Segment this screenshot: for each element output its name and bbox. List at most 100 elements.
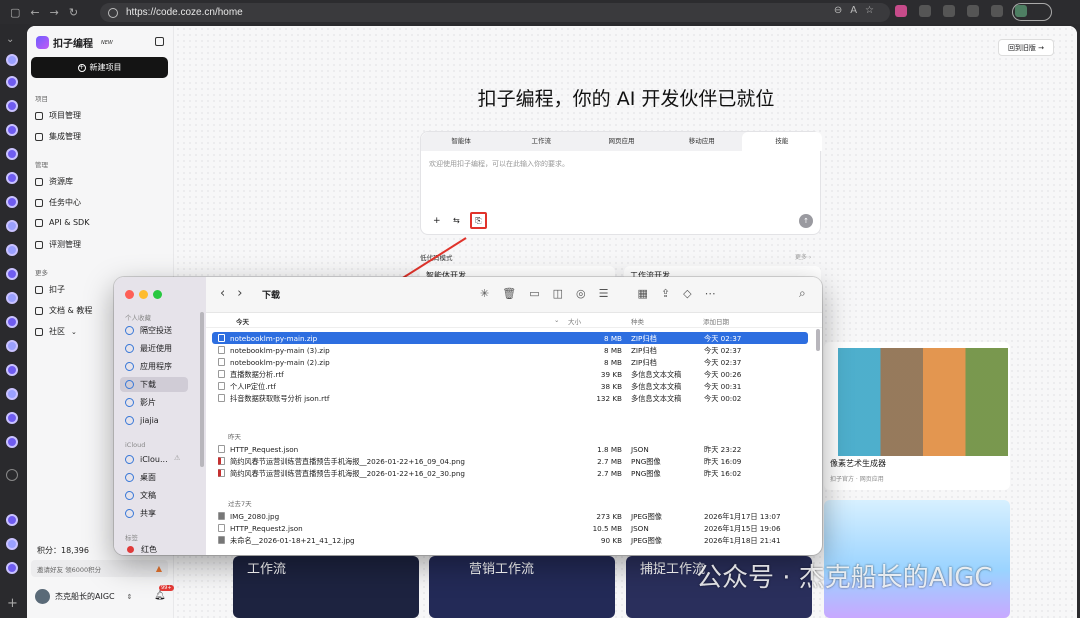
rtf-file-icon (218, 382, 225, 390)
sidebar-scrollbar[interactable] (200, 312, 204, 467)
jpg-file-icon (218, 512, 225, 520)
finder-window: 个人收藏 隔空投送 最近使用 应用程序 下载 影片 jiajia iCloud … (114, 277, 822, 555)
file-date: 今天 02:37 (704, 357, 742, 367)
file-name: 简约风春节运营训练营直播预告手机海报__2026-01-22+16_02_30.… (230, 468, 465, 478)
file-name: 抖音数据获取账号分析 json.rtf (230, 393, 330, 403)
sidebar-item-applications[interactable]: 应用程序 (120, 359, 188, 374)
item-label: 影片 (140, 398, 156, 407)
file-row[interactable]: 个人IP定位.rtf 38 KB 多信息文本文稿 今天 00:31 (212, 380, 808, 392)
file-kind: ZIP归档 (631, 333, 657, 343)
finder-toolbar: ‹› 下载 ✳ 🗑︎ ▭ ◫ ◎ ☰ ▦ ⇪ ◇ ⋯ ⌕ (206, 277, 822, 313)
file-row[interactable]: IMG_2080.jpg 273 KB JPEG图像 2026年1月17日 13:07 (212, 510, 808, 522)
column-size[interactable]: 大小 (568, 316, 581, 326)
trash-icon[interactable]: 🗑︎ (502, 287, 516, 300)
tags-label: 标签 (125, 534, 138, 542)
sidebar-item-home[interactable]: jiajia (120, 413, 188, 428)
sidebar-item-recents[interactable]: 最近使用 (120, 341, 188, 356)
file-name: 直播数据分析.rtf (230, 369, 284, 379)
file-kind: 多信息文本文稿 (631, 393, 682, 403)
file-kind: JPEG图像 (631, 511, 662, 521)
file-row[interactable]: 抖音数据获取账号分析 json.rtf 132 KB 多信息文本文稿 今天 00:02 (212, 392, 808, 404)
file-date: 昨天 23:22 (704, 444, 742, 454)
file-size: 8 MB (604, 333, 622, 343)
tag-icon[interactable]: ◇ (683, 287, 691, 300)
clock-icon (125, 344, 134, 353)
apps-icon (125, 362, 134, 371)
sidebar-item-desktop[interactable]: 桌面 (120, 470, 188, 485)
download-icon (125, 380, 134, 389)
file-size: 39 KB (600, 369, 622, 379)
file-name: HTTP_Request2.json (230, 523, 303, 533)
item-label: 应用程序 (140, 362, 172, 371)
column-kind[interactable]: 种类 (631, 316, 644, 326)
file-size: 10.5 MB (592, 523, 622, 533)
sidebar-item-shared[interactable]: 共享 (120, 506, 188, 521)
item-label: 文稿 (140, 491, 156, 500)
file-list-scrollbar[interactable] (816, 329, 820, 351)
file-size: 2.7 MB (597, 456, 622, 466)
sort-chevron-icon[interactable]: ⌄ (554, 316, 559, 324)
file-kind: 多信息文本文稿 (631, 381, 682, 391)
file-size: 2.7 MB (597, 468, 622, 478)
zoom-window-button[interactable] (153, 290, 162, 299)
file-date: 昨天 16:09 (704, 456, 742, 466)
close-window-button[interactable] (125, 290, 134, 299)
file-date: 2026年1月18日 21:41 (704, 535, 781, 545)
json-file-icon (218, 524, 225, 532)
file-kind: ZIP归档 (631, 345, 657, 355)
file-row[interactable]: 未命名__2026-01-18+21_41_12.jpg 90 KB JPEG图像 2… (212, 534, 808, 546)
sidebar-item-movies[interactable]: 影片 (120, 395, 188, 410)
search-icon[interactable]: ⌕ (799, 286, 806, 301)
cloud-icon (125, 455, 134, 464)
sidebar-item-airdrop[interactable]: 隔空投送 (120, 323, 188, 338)
file-row[interactable]: HTTP_Request.json 1.8 MB JSON 昨天 23:22 (212, 443, 808, 455)
minimize-window-button[interactable] (139, 290, 148, 299)
column-name[interactable]: 今天 (236, 316, 249, 326)
item-label: 红色 (141, 545, 157, 554)
airdrop-icon[interactable]: ◎ (576, 287, 586, 300)
new-folder-icon[interactable]: ▭ (529, 287, 539, 300)
file-date: 今天 00:31 (704, 381, 742, 391)
file-date: 今天 00:26 (704, 369, 742, 379)
sidebar-item-downloads[interactable]: 下载 (120, 377, 188, 392)
favorites-label: 个人收藏 (125, 314, 151, 322)
file-row[interactable]: notebooklm-py-main.zip 8 MB ZIP归档 今天 02:37 (212, 332, 808, 344)
file-row[interactable]: 简约风春节运营训练营直播预告手机海报__2026-01-22+16_09_04.… (212, 455, 808, 467)
file-size: 1.8 MB (597, 444, 622, 454)
file-name: IMG_2080.jpg (230, 511, 280, 521)
sidebar-item-documents[interactable]: 文稿 (120, 488, 188, 503)
share-icon[interactable]: ⇪ (661, 287, 670, 300)
file-date: 2026年1月17日 13:07 (704, 511, 781, 521)
file-size: 90 KB (600, 535, 622, 545)
file-date: 2026年1月15日 19:06 (704, 523, 781, 533)
file-row[interactable]: notebooklm-py-main (2).zip 8 MB ZIP归档 今天 02… (212, 356, 808, 368)
file-name: 个人IP定位.rtf (230, 381, 276, 391)
sidebar-icon[interactable]: ◫ (553, 287, 563, 300)
file-size: 273 KB (596, 511, 622, 521)
file-size: 38 KB (600, 381, 622, 391)
list-view-icon[interactable]: ☰ (599, 287, 609, 300)
column-date-added[interactable]: 添加日期 (703, 316, 729, 326)
file-kind: ZIP归档 (631, 357, 657, 367)
file-row[interactable]: 简约风春节运营训练营直播预告手机海报__2026-01-22+16_02_30.… (212, 467, 808, 479)
sidebar-item-tag-red[interactable]: 红色 (120, 542, 188, 555)
file-row[interactable]: 直播数据分析.rtf 39 KB 多信息文本文稿 今天 00:26 (212, 368, 808, 380)
warning-icon: ⚠ (174, 454, 181, 462)
file-name: notebooklm-py-main (3).zip (230, 345, 330, 355)
burst-icon[interactable]: ✳ (480, 287, 489, 300)
png-file-icon (218, 457, 225, 465)
file-row[interactable]: notebooklm-py-main (3).zip 8 MB ZIP归档 今天 02… (212, 344, 808, 356)
finder-sidebar: 个人收藏 隔空投送 最近使用 应用程序 下载 影片 jiajia iCloud … (114, 277, 206, 555)
file-kind: JSON (631, 523, 649, 533)
back-forward-icon[interactable]: ‹› (220, 286, 254, 301)
document-icon (125, 491, 134, 500)
toolbar-actions: ✳ 🗑︎ ▭ ◫ ◎ ☰ ▦ ⇪ ◇ ⋯ (480, 287, 716, 300)
file-name: notebooklm-py-main.zip (230, 333, 318, 343)
zip-file-icon (218, 334, 225, 342)
shared-folder-icon (125, 509, 134, 518)
group-icon[interactable]: ▦ (637, 287, 647, 300)
watermark: 公众号 · 杰克船长的AIGC (696, 563, 993, 593)
more-icon[interactable]: ⋯ (705, 287, 716, 300)
file-row[interactable]: HTTP_Request2.json 10.5 MB JSON 2026年1月15日 … (212, 522, 808, 534)
window-title: 下载 (262, 291, 281, 301)
